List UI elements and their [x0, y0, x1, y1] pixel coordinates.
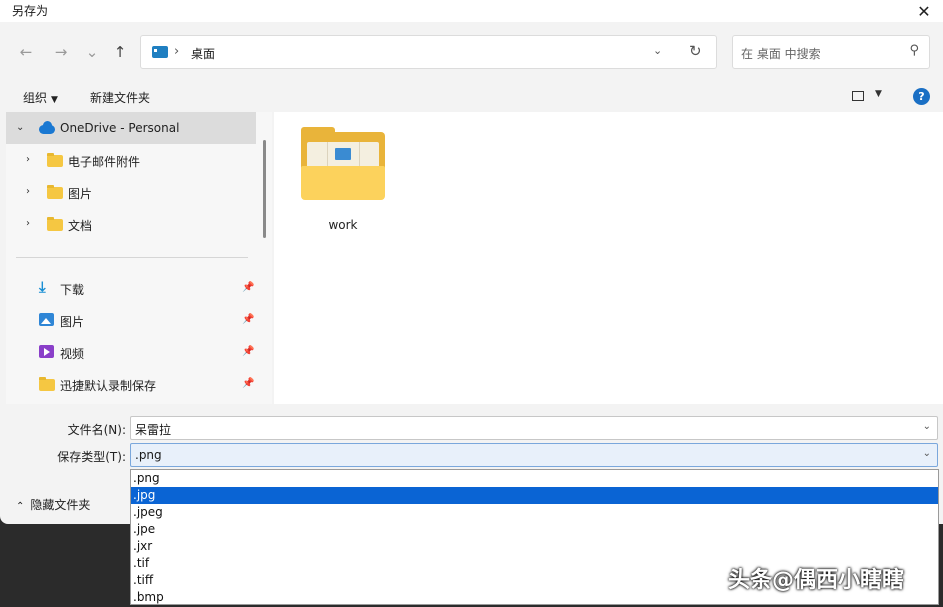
picture-icon: [39, 313, 54, 326]
sidebar-item-email-attachments[interactable]: › 电子邮件附件: [6, 144, 256, 176]
folder-icon: [47, 153, 63, 167]
forward-button[interactable]: →: [49, 40, 73, 64]
cloud-icon: [39, 121, 55, 134]
filename-value[interactable]: 呆雷拉: [135, 421, 171, 438]
pin-icon[interactable]: 📌: [242, 314, 254, 325]
chevron-down-icon[interactable]: ⌄: [923, 448, 931, 459]
help-icon[interactable]: ?: [913, 88, 930, 105]
window-title: 另存为: [12, 4, 49, 18]
sidebar-item-label: 图片: [68, 187, 93, 201]
back-button[interactable]: ←: [14, 40, 38, 64]
sidebar-divider: [16, 257, 248, 258]
folder-item-label[interactable]: work: [301, 218, 385, 232]
caret-down-icon[interactable]: ▼: [875, 89, 882, 99]
filetype-label: 保存类型(T):: [57, 450, 126, 464]
breadcrumb-separator-icon[interactable]: ›: [174, 44, 179, 59]
chevron-right-icon[interactable]: ›: [26, 186, 30, 197]
download-icon: ⤓: [39, 278, 46, 296]
sidebar-item-documents[interactable]: › 文档: [6, 208, 256, 240]
search-input[interactable]: 在 桌面 中搜索: [741, 45, 821, 62]
chevron-right-icon[interactable]: ›: [26, 154, 30, 165]
filename-field[interactable]: 呆雷拉 ⌄: [130, 416, 938, 440]
new-folder-button[interactable]: 新建文件夹: [90, 89, 150, 106]
sidebar-item-videos[interactable]: 视频 📌: [6, 336, 256, 368]
organize-button[interactable]: 组织 ▼: [23, 89, 58, 106]
search-box[interactable]: 在 桌面 中搜索 ⚲: [732, 35, 930, 69]
close-button[interactable]: ✕: [909, 0, 939, 22]
navigation-bar: ← → ⌄ ↑ › 桌面 ⌄ ↻ 在 桌面 中搜索 ⚲: [0, 22, 943, 82]
sidebar-item-label: 文档: [68, 219, 93, 233]
sidebar-item-label: 视频: [60, 347, 85, 361]
filetype-value[interactable]: .png: [135, 448, 162, 462]
filename-label: 文件名(N):: [67, 423, 126, 437]
save-as-dialog: 另存为 ✕ ← → ⌄ ↑ › 桌面 ⌄ ↻ 在 桌面 中搜索 ⚲ 组织 ▼ 新建…: [0, 0, 943, 524]
sidebar-item-label: 电子邮件附件: [68, 155, 141, 169]
watermark: 头条@偶西小瞎瞎: [728, 568, 905, 593]
sidebar-item-downloads[interactable]: ⤓ 下载 📌: [6, 272, 256, 304]
caret-up-icon: ⌃: [16, 501, 25, 512]
dropdown-option[interactable]: .jpg: [131, 487, 938, 504]
folder-icon: [39, 377, 55, 391]
caret-down-icon: ▼: [51, 95, 58, 105]
folder-item-icon[interactable]: [301, 127, 385, 202]
recent-locations-button[interactable]: ⌄: [80, 40, 104, 64]
sidebar-item-label: 下载: [60, 283, 85, 297]
pin-icon[interactable]: 📌: [242, 282, 254, 293]
chevron-down-icon[interactable]: ⌄: [923, 421, 931, 432]
chevron-right-icon[interactable]: ›: [26, 218, 30, 229]
chevron-down-icon[interactable]: ⌄: [653, 44, 662, 57]
folder-front: [301, 166, 385, 200]
video-icon: [39, 345, 54, 358]
chevron-down-icon[interactable]: ⌄: [16, 122, 24, 133]
sidebar-scrollbar[interactable]: [263, 140, 266, 238]
dropdown-option[interactable]: .png: [131, 470, 938, 487]
command-bar: 组织 ▼ 新建文件夹 ▼ ?: [0, 82, 943, 112]
refresh-icon[interactable]: ↻: [689, 42, 702, 60]
address-bar[interactable]: › 桌面 ⌄ ↻: [140, 35, 717, 69]
sidebar-item-label: 图片: [60, 315, 85, 329]
hide-folders-label: 隐藏文件夹: [30, 498, 91, 512]
folder-icon: [47, 185, 63, 199]
folder-icon: [47, 217, 63, 231]
desktop-icon: [152, 46, 168, 58]
search-icon[interactable]: ⚲: [909, 43, 919, 58]
file-list: work: [274, 112, 943, 404]
sidebar-item-recordings[interactable]: 迅捷默认录制保存 📌: [6, 368, 256, 400]
title-bar: 另存为 ✕: [0, 0, 943, 22]
sidebar-item-onedrive[interactable]: ⌄ OneDrive - Personal: [6, 112, 256, 144]
dropdown-option[interactable]: .jpeg: [131, 504, 938, 521]
filetype-select[interactable]: .png ⌄: [130, 443, 938, 467]
pin-icon[interactable]: 📌: [242, 346, 254, 357]
folder-tab: [301, 127, 335, 137]
image-thumbnail-icon: [335, 148, 351, 160]
breadcrumb-desktop[interactable]: 桌面: [191, 45, 215, 62]
hide-folders-button[interactable]: ⌃ 隐藏文件夹: [16, 496, 90, 513]
view-mode-icon[interactable]: [852, 91, 864, 101]
dropdown-option[interactable]: .jpe: [131, 521, 938, 538]
sidebar-item-label: 迅捷默认录制保存: [60, 379, 157, 393]
dropdown-option[interactable]: .jxr: [131, 538, 938, 555]
navigation-pane: ⌄ OneDrive - Personal › 电子邮件附件 › 图片 › 文档…: [6, 112, 272, 404]
pin-icon[interactable]: 📌: [242, 378, 254, 389]
organize-label: 组织: [23, 91, 48, 105]
sidebar-item-quick-pictures[interactable]: 图片 📌: [6, 304, 256, 336]
sidebar-item-pictures[interactable]: › 图片: [6, 176, 256, 208]
sidebar-item-label: OneDrive - Personal: [60, 121, 180, 135]
up-button[interactable]: ↑: [108, 40, 132, 64]
